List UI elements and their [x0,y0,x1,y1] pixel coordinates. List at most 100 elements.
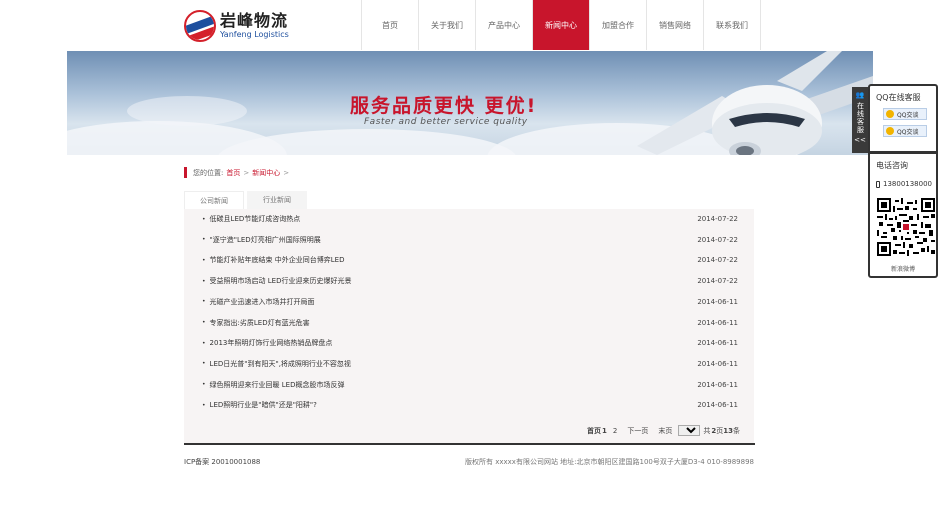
nav-franchise[interactable]: 加盟合作 [590,0,647,50]
bullet-icon: • [202,215,206,223]
news-item[interactable]: • 受益照明市场启动 LED行业迎来历史爆好光景 2014-07-22 [184,271,754,291]
pager-items-word: 条 [733,426,740,435]
site-logo[interactable]: 岩峰物流 Yanfeng Logistics [184,6,294,46]
news-title[interactable]: 低碳且LED节能灯成咨询热点 [210,214,301,224]
pager-total-items: 13 [723,426,733,435]
bullet-icon: • [202,319,206,326]
news-item[interactable]: • 2013年照明灯饰行业网络热销品牌盘点 2014-06-11 [184,333,754,353]
news-date: 2014-06-11 [697,380,738,389]
news-title[interactable]: 光磁产业迅速进入市场并打开局面 [210,297,315,307]
qq-service-title: QQ在线客服 [876,93,921,102]
tab-company-news[interactable]: 公司新闻 [184,191,244,209]
news-item[interactable]: • LED日光普"到有阳天",将成照明行业不容忽视 2014-06-11 [184,354,754,374]
news-item[interactable]: • 低碳且LED节能灯成咨询热点 2014-07-22 [184,209,754,229]
phone-number-text: 13800138000 [883,180,932,188]
breadcrumb-marker [184,167,187,178]
news-date: 2014-06-11 [697,359,738,368]
content-divider [184,443,755,445]
bullet-icon: • [202,339,206,347]
news-item[interactable]: • "逐宁造"LED灯亮相广州国际照明展 2014-07-22 [184,230,754,250]
breadcrumb-current-link[interactable]: 新闻中心 [252,168,280,178]
news-list: • 低碳且LED节能灯成咨询热点 2014-07-22 • "逐宁造"LED灯亮相广州… [184,209,754,443]
news-date: 2014-07-22 [697,277,738,286]
nav-contact[interactable]: 联系我们 [704,0,761,50]
news-item[interactable]: • 绿色照明迎来行业回暖 LED概念股市场反弹 2014-06-11 [184,375,754,395]
news-item[interactable]: • 节能灯补贴年底结束 中外企业同台博弈LED 2014-07-22 [184,250,754,270]
nav-home[interactable]: 首页 [362,0,419,50]
cloud-decor [217,129,517,155]
page: 岩峰物流 Yanfeng Logistics 首页 关于我们 产品中心 新闻中心… [0,0,940,515]
cloud-decor [127,96,247,126]
news-date: 2014-06-11 [697,401,738,410]
collapse-icon[interactable]: << [854,136,866,145]
bullet-icon: • [202,277,206,285]
news-title[interactable]: 2013年照明灯饰行业网络热销品牌盘点 [210,338,333,348]
phone-consult-title: 电话咨询 [876,161,908,170]
pagination: 首页 1 2 下一页 末页 1 共 2 页 13 条 [581,425,740,436]
bullet-icon: • [202,360,206,368]
bullet-icon: • [202,256,206,264]
qq-chat-button[interactable]: QQ交谈 [883,108,927,120]
news-title[interactable]: 受益照明市场启动 LED行业迎来历史爆好光景 [210,276,352,286]
phone-number: 13800138000 [876,180,932,188]
pager-select[interactable]: 1 [678,425,701,436]
breadcrumb-separator: > [243,168,250,177]
online-service-toggle[interactable]: 👥 在线客服 << [852,87,868,153]
hero-banner: 服务品质更快 更优! Faster and better service qua… [67,51,873,155]
nav-about[interactable]: 关于我们 [419,0,476,50]
logo-text: 岩峰物流 Yanfeng Logistics [220,12,289,40]
pager-current: 1 [602,426,607,435]
bullet-icon: • [202,236,206,244]
qr-code-image [877,198,935,256]
news-item[interactable]: • 专家指出:劣质LED灯有蓝光危害 2014-06-11 [184,313,754,333]
icp-record: ICP备案 20010001088 [184,458,261,466]
bullet-icon: • [202,298,206,306]
qq-chat-label: QQ交谈 [897,111,919,119]
breadcrumb-home-link[interactable]: 首页 [226,168,240,178]
breadcrumb: 您的位置: 首页 > 新闻中心 > [184,167,292,178]
news-date: 2014-06-11 [697,318,738,327]
qq-chat-label: QQ交谈 [897,128,919,136]
tab-industry-news[interactable]: 行业新闻 [247,191,307,209]
logo-name-en: Yanfeng Logistics [220,30,289,39]
news-title[interactable]: 节能灯补贴年底结束 中外企业同台博弈LED [210,255,345,265]
copyright-text: 版权所有 xxxxx有限公司网站 地址:北京市朝阳区建国路100号双子大厦D3-… [465,458,754,466]
breadcrumb-prefix: 您的位置: [193,168,224,177]
qr-caption: 新浪微博 [890,266,915,273]
online-service-tab-text: 在线客服 [856,102,865,134]
customer-service-panel: QQ在线客服 QQ交谈 QQ交谈 电话咨询 13800138000 新浪微博 [868,84,938,278]
news-date: 2014-07-22 [697,235,738,244]
news-title[interactable]: LED日光普"到有阳天",将成照明行业不容忽视 [210,359,351,369]
banner-subtitle: Faster and better service quality [364,117,528,127]
panel-divider [870,151,936,154]
nav-news[interactable]: 新闻中心 [533,0,590,50]
pager-next[interactable]: 下一页 [627,426,648,436]
bullet-icon: • [202,381,206,389]
news-tabs: 公司新闻 行业新闻 [184,191,310,209]
news-item[interactable]: • 光磁产业迅速进入市场并打开局面 2014-06-11 [184,292,754,312]
news-date: 2014-06-11 [697,339,738,348]
qq-icon [886,110,894,118]
qq-icon [886,127,894,135]
news-title[interactable]: 绿色照明迎来行业回暖 LED概念股市场反弹 [210,380,345,390]
nav-products[interactable]: 产品中心 [476,0,533,50]
news-date: 2014-07-22 [697,256,738,265]
qq-chat-button[interactable]: QQ交谈 [883,125,927,137]
pager-pages-word: 页 [716,426,724,435]
banner-title: 服务品质更快 更优! [350,95,538,117]
news-title[interactable]: LED照明行业是"暗供"还是"阳耕"? [210,400,317,410]
airplane-image [637,51,873,155]
pager-page-2[interactable]: 2 [613,427,617,435]
pager-last[interactable]: 末页 [658,426,672,436]
pager-first[interactable]: 首页 [587,426,601,436]
breadcrumb-separator: > [283,168,290,177]
news-item[interactable]: • LED照明行业是"暗供"还是"阳耕"? 2014-06-11 [184,395,754,415]
nav-sales-network[interactable]: 销售网络 [647,0,704,50]
phone-icon [876,180,880,188]
news-date: 2014-07-22 [697,215,738,223]
main-nav: 首页 关于我们 产品中心 新闻中心 加盟合作 销售网络 联系我们 [361,0,761,50]
news-title[interactable]: "逐宁造"LED灯亮相广州国际照明展 [210,235,321,245]
logo-name-cn: 岩峰物流 [220,11,289,30]
news-title[interactable]: 专家指出:劣质LED灯有蓝光危害 [210,318,310,328]
pager-total-prefix: 共 [703,426,711,435]
